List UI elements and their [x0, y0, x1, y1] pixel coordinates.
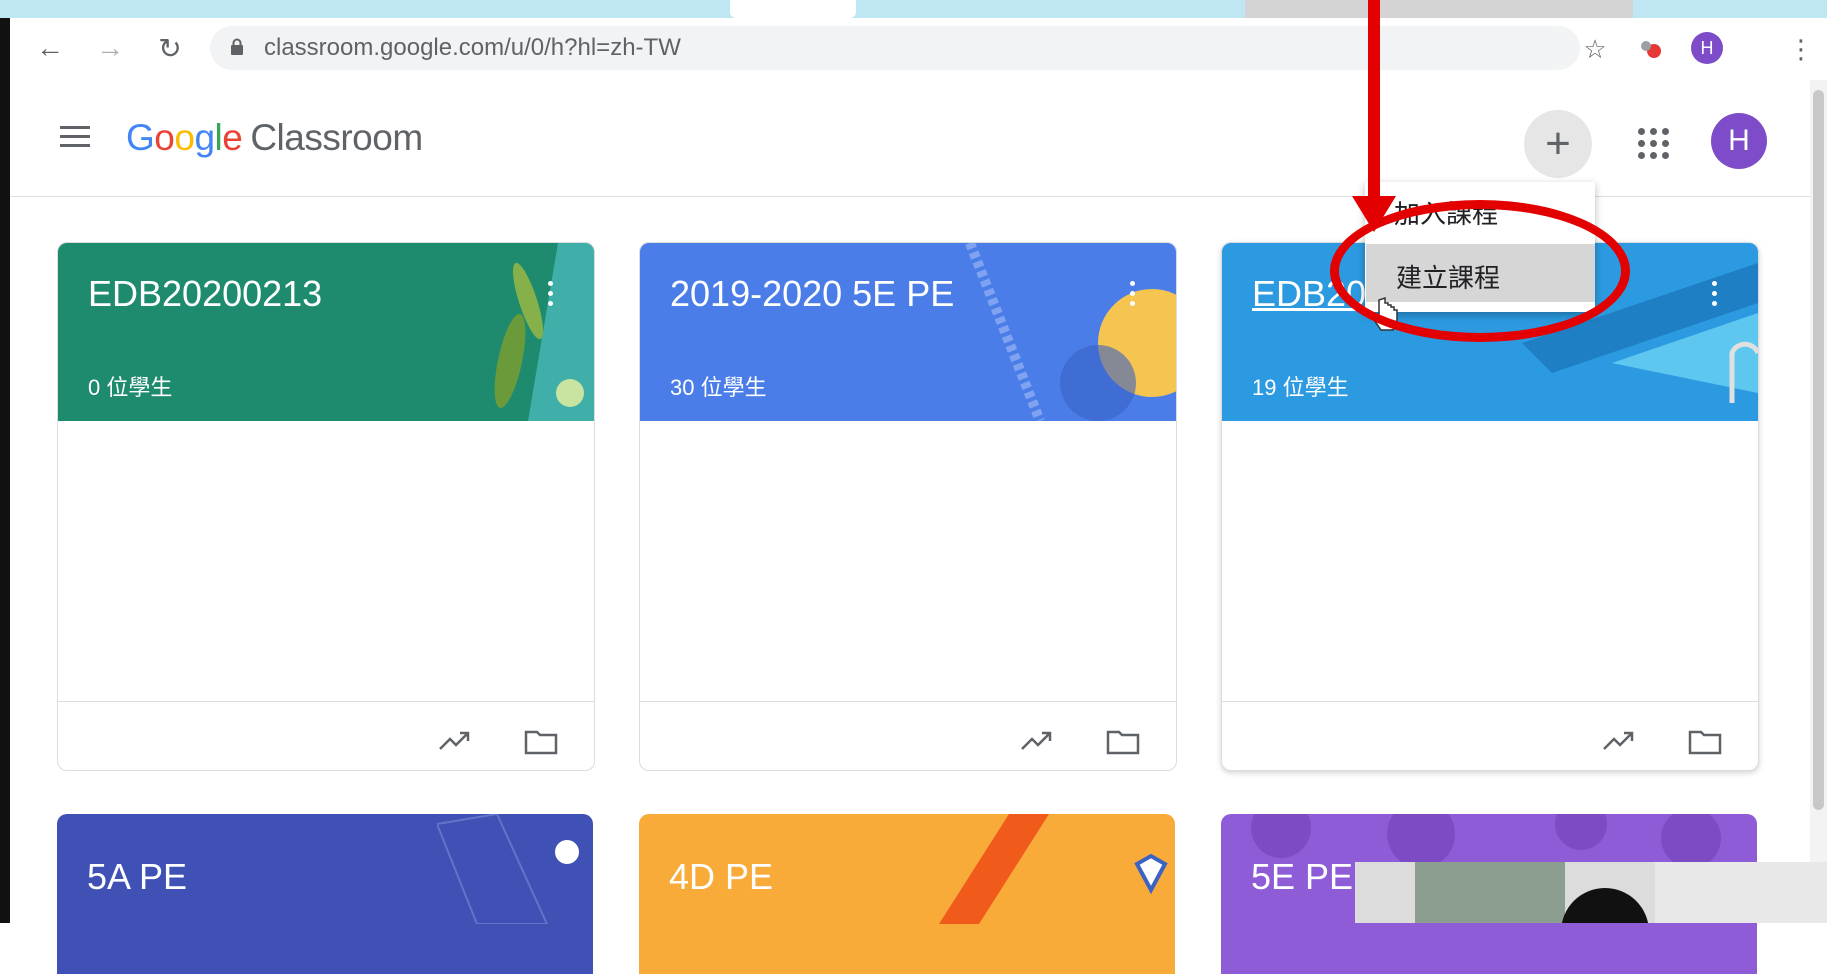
course-title[interactable]: EDB20200213: [88, 273, 322, 315]
url-text[interactable]: classroom.google.com/u/0/h?hl=zh-TW: [264, 34, 681, 62]
card-banner: 2019-2020 5E PE 30 位學生: [640, 243, 1176, 421]
card-banner: EDB20200213 0 位學生: [58, 243, 594, 421]
folder-icon[interactable]: [1688, 729, 1722, 755]
course-card[interactable]: 4D PE: [639, 814, 1175, 974]
bookmark-star-icon[interactable]: ☆: [1576, 30, 1614, 68]
scrollbar-thumb[interactable]: [1813, 90, 1824, 810]
annotation-arrow: [1368, 0, 1380, 200]
course-card[interactable]: 2019-2020 5E PE 30 位學生: [639, 242, 1177, 771]
reload-icon[interactable]: ↻: [150, 28, 190, 68]
tab-item[interactable]: [1245, 0, 1633, 18]
course-title[interactable]: 2019-2020 5E PE: [670, 273, 954, 315]
student-count: 30 位學生: [670, 375, 767, 400]
add-class-button[interactable]: +: [1524, 110, 1592, 178]
net-illustration: [437, 814, 579, 924]
student-count: 0 位學生: [88, 375, 173, 400]
extension-icon[interactable]: [1632, 30, 1670, 68]
card-divider: [1222, 701, 1758, 702]
more-options-icon[interactable]: [1712, 281, 1718, 309]
folder-icon[interactable]: [524, 729, 558, 755]
main-menu-icon[interactable]: [60, 126, 90, 150]
back-arrow-icon[interactable]: ←: [30, 28, 70, 68]
card-divider: [58, 701, 594, 702]
forward-arrow-icon[interactable]: →: [90, 28, 130, 68]
student-count: 19 位學生: [1252, 375, 1349, 400]
course-title[interactable]: 5A PE: [87, 856, 187, 898]
course-card[interactable]: EDB20200213 0 位學生: [57, 242, 595, 771]
webcam-overlay: [1355, 862, 1827, 923]
course-title[interactable]: 5E PE: [1251, 856, 1353, 898]
trending-icon[interactable]: [1602, 727, 1636, 753]
google-apps-icon[interactable]: [1634, 124, 1672, 162]
product-name: Classroom: [250, 117, 423, 158]
active-tab[interactable]: [730, 0, 856, 18]
course-title[interactable]: 4D PE: [669, 856, 773, 898]
lock-icon: [231, 38, 243, 55]
folder-icon[interactable]: [1106, 729, 1140, 755]
card-divider: [640, 701, 1176, 702]
track-illustration: [939, 814, 1168, 924]
trending-icon[interactable]: [438, 727, 472, 753]
trending-icon[interactable]: [1020, 727, 1054, 753]
annotation-ellipse: [1330, 200, 1630, 342]
window-frame: [0, 18, 10, 923]
pea-pod-illustration: [494, 243, 594, 421]
google-classroom-logo[interactable]: Google Classroom: [126, 117, 423, 159]
volleyball-illustration: [965, 243, 1176, 421]
course-card[interactable]: 5A PE: [57, 814, 593, 974]
browser-menu-icon[interactable]: ⋮: [1782, 30, 1820, 68]
more-options-icon[interactable]: [1130, 281, 1136, 309]
account-avatar[interactable]: H: [1711, 113, 1767, 169]
more-options-icon[interactable]: [548, 281, 554, 309]
browser-profile-avatar[interactable]: H: [1691, 32, 1723, 64]
